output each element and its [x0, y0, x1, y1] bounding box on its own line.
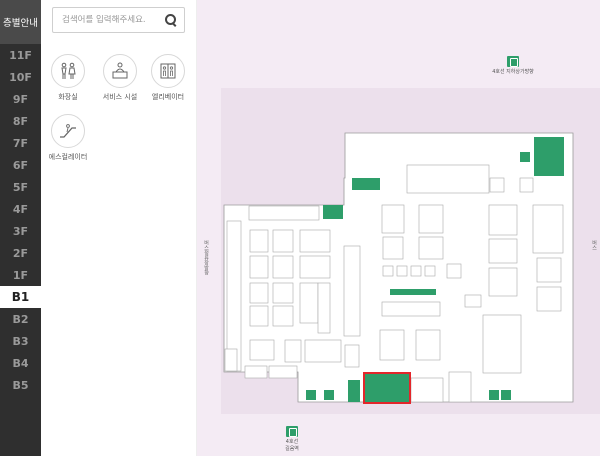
floor-item-9f[interactable]: 9F [0, 88, 41, 110]
floor-item-5f[interactable]: 5F [0, 176, 41, 198]
facility-label: 엘리베이터 [151, 93, 185, 101]
selected-store-highlight[interactable] [363, 372, 411, 404]
floor-item-2f[interactable]: 2F [0, 242, 41, 264]
facility-restroom[interactable]: 화장실 [44, 54, 92, 102]
escalator-icon [51, 114, 85, 148]
floor-map[interactable]: 4호선 지하상가방향 버스정류장방향 버스 4호선 길음역 [197, 0, 600, 456]
floor-item-b2[interactable]: B2 [0, 308, 41, 330]
floor-item-3f[interactable]: 3F [0, 220, 41, 242]
facility-label: 화장실 [58, 93, 78, 101]
facility-elevator[interactable]: 엘리베이터 [144, 54, 192, 102]
floor-item-8f[interactable]: 8F [0, 110, 41, 132]
search-box [52, 7, 185, 33]
restroom-icon [51, 54, 85, 88]
floor-item-b3[interactable]: B3 [0, 330, 41, 352]
floor-item-7f[interactable]: 7F [0, 132, 41, 154]
subway-exit-icon [286, 426, 298, 437]
floor-nav: 층별안내 11F 10F 9F 8F 7F 6F 5F 4F 3F 2F 1F B1 B2 B3 B4 B5 [0, 0, 41, 456]
floor-item-b4[interactable]: B4 [0, 352, 41, 374]
facility-panel: 화장실 서비스 시설 엘리베이터 [41, 0, 197, 456]
floor-item-b5[interactable]: B5 [0, 374, 41, 396]
floor-item-1f[interactable]: 1F [0, 264, 41, 286]
floor-item-b1[interactable]: B1 [0, 286, 41, 308]
elevator-icon [151, 54, 185, 88]
search-icon[interactable] [164, 13, 178, 27]
service-desk-icon [103, 54, 137, 88]
exit-bottom-label-1: 4호선 [285, 439, 299, 445]
exit-bottom[interactable]: 4호선 길음역 [277, 426, 307, 452]
facility-label: 에스컬레이터 [48, 153, 88, 161]
facility-label: 서비스 시설 [102, 93, 138, 101]
exit-bottom-label-2: 길음역 [285, 446, 299, 452]
floor-item-4f[interactable]: 4F [0, 198, 41, 220]
floor-list: 11F 10F 9F 8F 7F 6F 5F 4F 3F 2F 1F B1 B2 B3 B4 B5 [0, 44, 41, 396]
floor-item-6f[interactable]: 6F [0, 154, 41, 176]
floor-nav-header: 층별안내 [0, 0, 41, 44]
search-input[interactable] [53, 15, 161, 25]
floor-item-11f[interactable]: 11F [0, 44, 41, 66]
floor-item-10f[interactable]: 10F [0, 66, 41, 88]
facility-escalator[interactable]: 에스컬레이터 [44, 114, 92, 162]
facility-service[interactable]: 서비스 시설 [96, 54, 144, 102]
